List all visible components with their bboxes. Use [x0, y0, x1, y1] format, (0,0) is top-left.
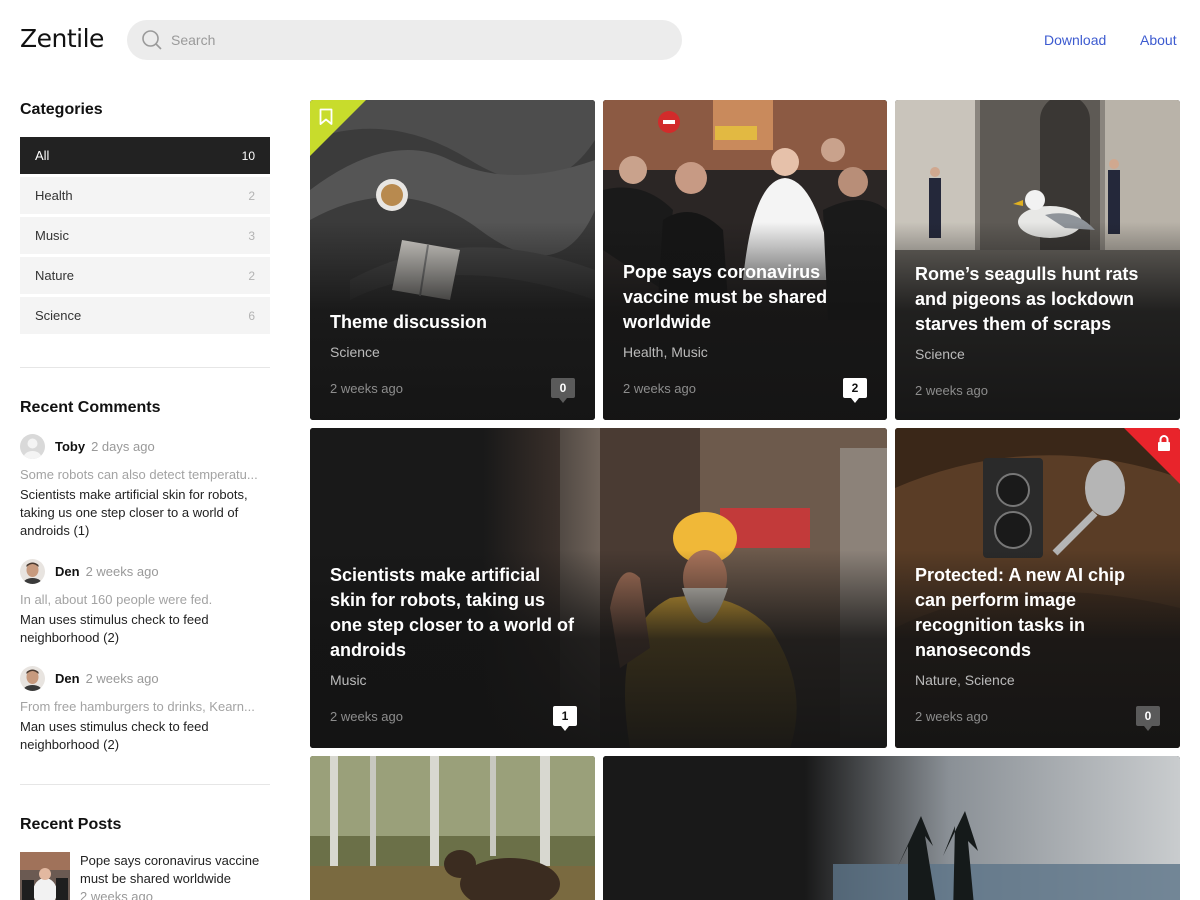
avatar	[20, 665, 45, 691]
category-label: All	[35, 148, 50, 163]
post-card[interactable]: Protected: A new AI chip can perform ima…	[895, 428, 1180, 748]
recent-post-thumbnail[interactable]	[20, 852, 70, 900]
recent-comments-list: Toby 2 days ago Some robots can also det…	[20, 433, 270, 772]
search-bar[interactable]	[127, 20, 682, 60]
comment-post-link[interactable]: Scientists make artificial skin for robo…	[20, 486, 270, 540]
comment-excerpt[interactable]: In all, about 160 people were fed.	[20, 591, 270, 609]
comment-date: 2 days ago	[91, 438, 155, 454]
comment-author[interactable]: Toby	[55, 439, 85, 454]
comment-date: 2 weeks ago	[85, 670, 159, 686]
comment-count-badge[interactable]: 2	[843, 378, 867, 403]
category-item-music[interactable]: Music 3	[20, 217, 270, 254]
card-title[interactable]: Rome’s seagulls hunt rats and pigeons as…	[915, 262, 1160, 337]
category-item-all[interactable]: All 10	[20, 137, 270, 174]
card-title[interactable]: Theme discussion	[330, 310, 575, 335]
comment-count-badge[interactable]: 0	[1136, 706, 1160, 731]
comment-item: Den 2 weeks ago In all, about 160 people…	[20, 558, 270, 647]
comment-post-link[interactable]: Man uses stimulus check to feed neighbor…	[20, 611, 270, 647]
category-item-health[interactable]: Health 2	[20, 177, 270, 214]
recent-post-date: 2 weeks ago	[80, 889, 153, 900]
lock-icon[interactable]	[1157, 435, 1171, 452]
card-image-lake	[603, 756, 1180, 900]
category-item-nature[interactable]: Nature 2	[20, 257, 270, 294]
post-card[interactable]: Pope says coronavirus vaccine must be sh…	[603, 100, 887, 420]
category-label: Music	[35, 228, 69, 243]
avatar	[20, 558, 45, 584]
comment-post-link[interactable]: Man uses stimulus check to feed neighbor…	[20, 718, 270, 754]
post-card[interactable]	[310, 756, 595, 900]
comment-count-badge[interactable]: 0	[551, 378, 575, 403]
post-card[interactable]	[603, 756, 1180, 900]
category-label: Health	[35, 188, 73, 203]
comment-item: Den 2 weeks ago From free hamburgers to …	[20, 665, 270, 754]
card-title[interactable]: Protected: A new AI chip can perform ima…	[915, 563, 1160, 663]
post-card[interactable]: Scientists make artificial skin for robo…	[310, 428, 887, 748]
recent-posts-title: Recent Posts	[20, 816, 122, 833]
comment-excerpt[interactable]: Some robots can also detect temperatu...	[20, 466, 270, 484]
recent-post-title[interactable]: Pope says coronavirus vaccine must be sh…	[80, 852, 270, 888]
post-card[interactable]: Theme discussion Science 2 weeks ago 0	[310, 100, 595, 420]
categories-title: Categories	[20, 101, 103, 118]
comment-count-badge[interactable]: 1	[553, 706, 577, 731]
card-date: 2 weeks ago	[915, 708, 988, 724]
avatar	[20, 433, 45, 459]
card-title[interactable]: Pope says coronavirus vaccine must be sh…	[623, 260, 867, 335]
card-date: 2 weeks ago	[330, 380, 403, 396]
card-date: 2 weeks ago	[330, 708, 403, 724]
comment-author[interactable]: Den	[55, 671, 80, 686]
card-categories[interactable]: Science	[915, 346, 1160, 362]
bookmark-icon[interactable]	[319, 108, 333, 126]
category-label: Science	[35, 308, 82, 323]
post-card[interactable]: Rome’s seagulls hunt rats and pigeons as…	[895, 100, 1180, 420]
card-categories[interactable]: Nature, Science	[915, 672, 1160, 688]
card-image-bear	[310, 756, 595, 900]
category-count: 2	[248, 268, 255, 283]
comment-date: 2 weeks ago	[85, 563, 159, 579]
card-categories[interactable]: Music	[330, 672, 577, 688]
category-list: All 10 Health 2 Music 3 Nature 2 Science…	[20, 137, 270, 337]
protected-corner	[1124, 428, 1180, 484]
sidebar-divider	[20, 784, 270, 785]
category-count: 2	[248, 188, 255, 203]
card-date: 2 weeks ago	[623, 380, 696, 396]
search-input[interactable]	[171, 20, 661, 60]
comment-excerpt[interactable]: From free hamburgers to drinks, Kearn...	[20, 698, 270, 716]
recent-post-item[interactable]: Pope says coronavirus vaccine must be sh…	[20, 852, 270, 900]
comment-item: Toby 2 days ago Some robots can also det…	[20, 433, 270, 540]
card-categories[interactable]: Health, Music	[623, 344, 867, 360]
site-logo[interactable]: Zentile	[20, 24, 104, 53]
nav-download-link[interactable]: Download	[1044, 32, 1106, 48]
category-item-science[interactable]: Science 6	[20, 297, 270, 334]
card-date: 2 weeks ago	[915, 383, 988, 398]
nav-about-link[interactable]: About	[1140, 32, 1177, 48]
card-categories[interactable]: Science	[330, 344, 575, 360]
sidebar-divider	[20, 367, 270, 368]
recent-comments-title: Recent Comments	[20, 399, 161, 416]
comment-author[interactable]: Den	[55, 564, 80, 579]
category-label: Nature	[35, 268, 75, 283]
category-count: 6	[248, 308, 255, 323]
category-count: 10	[241, 148, 255, 163]
category-count: 3	[248, 228, 255, 243]
card-title[interactable]: Scientists make artificial skin for robo…	[330, 563, 577, 663]
search-icon	[142, 30, 162, 50]
